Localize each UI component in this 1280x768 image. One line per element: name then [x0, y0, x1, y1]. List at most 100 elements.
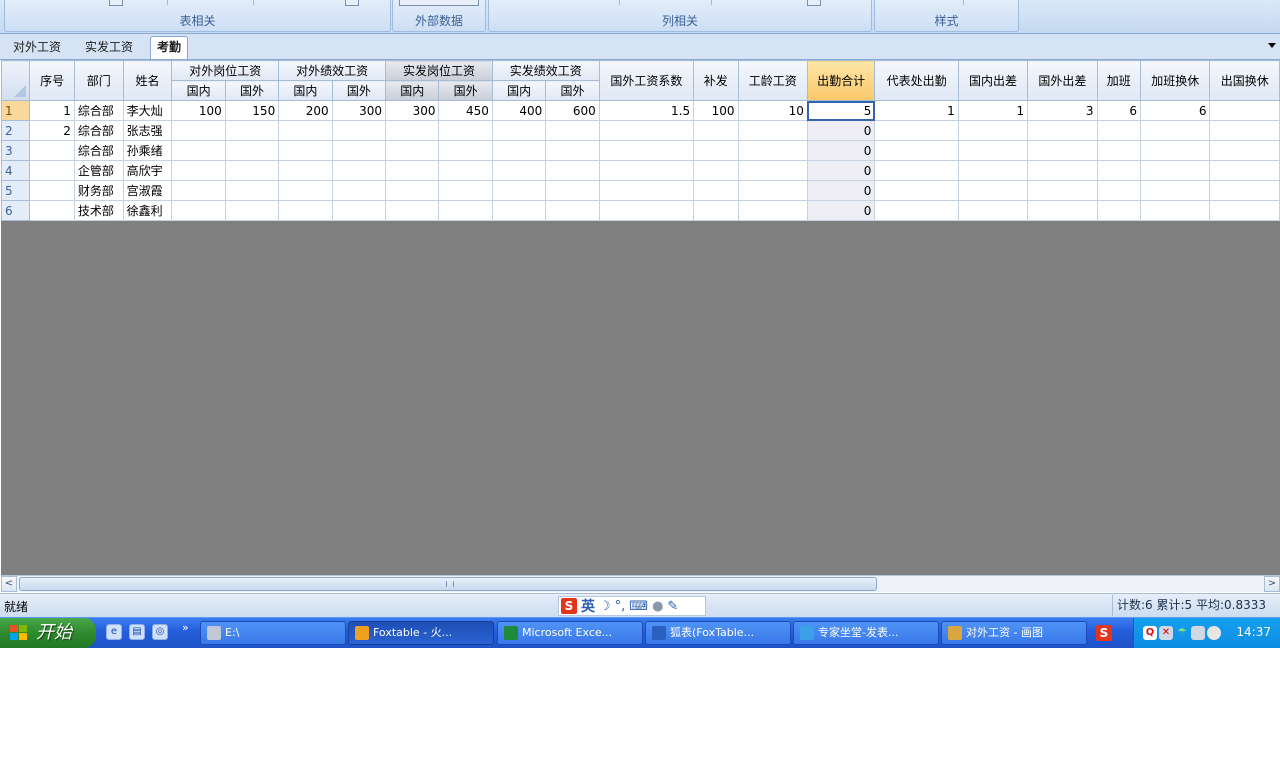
cell-abroad-rest[interactable]	[1209, 140, 1280, 161]
column-header-overtime[interactable]: 加班	[1096, 60, 1142, 101]
row-header[interactable]: 4	[1, 160, 31, 181]
row-header[interactable]: 2	[1, 120, 31, 141]
volume-icon[interactable]	[1207, 626, 1221, 640]
cell-g4f[interactable]	[545, 140, 600, 161]
column-header-seq[interactable]: 序号	[29, 60, 75, 101]
cell-g3d[interactable]: 300	[385, 100, 440, 121]
column-group-header[interactable]: 实发绩效工资	[491, 60, 600, 81]
scrollbar-thumb[interactable]	[19, 577, 877, 591]
cell-g3d[interactable]	[385, 140, 440, 161]
cell-coef[interactable]	[598, 120, 695, 141]
column-header-domestic[interactable]: 国内	[171, 80, 226, 101]
column-group-header[interactable]: 实发岗位工资	[385, 60, 493, 81]
cell-subsidy[interactable]	[693, 140, 739, 161]
desktop-icon[interactable]: ▤	[129, 624, 145, 640]
cell-subsidy[interactable]	[693, 120, 739, 141]
cell-ot-rest[interactable]: 6	[1140, 100, 1211, 121]
keyboard-icon[interactable]: ⌨	[629, 599, 648, 614]
cell-g2d[interactable]	[278, 140, 333, 161]
cell-name[interactable]: 孙乘绪	[122, 140, 173, 161]
cell-dept[interactable]: 企管部	[73, 160, 124, 181]
cell-dept[interactable]: 综合部	[73, 100, 124, 121]
cell-g3f[interactable]: 450	[438, 100, 493, 121]
ribbon-icon[interactable]	[109, 0, 123, 6]
monitor-icon[interactable]	[1191, 626, 1205, 640]
cell-ot-rest[interactable]	[1140, 120, 1211, 141]
cell-seniority[interactable]	[737, 200, 808, 221]
cell-seq[interactable]: 1	[29, 100, 75, 121]
cell-trip-dom[interactable]	[957, 140, 1029, 161]
cell-abroad-rest[interactable]	[1209, 180, 1280, 201]
column-group-header[interactable]: 对外岗位工资	[171, 60, 280, 81]
taskbar-button-browser[interactable]: 专家坐堂-发表...	[793, 621, 939, 645]
quick-launch-more[interactable]: »	[182, 621, 189, 634]
table-row[interactable]: 5 财务部 宫淑霞 0	[1, 180, 1280, 201]
ribbon-icon[interactable]	[345, 0, 359, 6]
cell-trip-for[interactable]	[1027, 180, 1098, 201]
cell-office[interactable]	[874, 140, 959, 161]
cell-g1f[interactable]: 150	[224, 100, 280, 121]
cell-ot-rest[interactable]	[1140, 180, 1211, 201]
cell-overtime[interactable]	[1096, 180, 1142, 201]
cell-seq[interactable]	[29, 180, 75, 201]
cell-dept[interactable]: 综合部	[73, 140, 124, 161]
cell-trip-for[interactable]	[1027, 140, 1098, 161]
ime-toolbar[interactable]: S 英 ☽ °, ⌨ ● ✎	[558, 596, 706, 616]
cell-coef[interactable]	[598, 180, 695, 201]
cell-seq[interactable]	[29, 200, 75, 221]
cell-attendance[interactable]: 0	[806, 140, 876, 161]
cell-dept[interactable]: 财务部	[73, 180, 124, 201]
cell-subsidy[interactable]	[693, 200, 739, 221]
cell-g2d[interactable]	[278, 200, 333, 221]
cell-seniority[interactable]	[737, 120, 808, 141]
cell-seq[interactable]: 2	[29, 120, 75, 141]
scroll-left-icon[interactable]: <	[1, 576, 17, 592]
cell-trip-dom[interactable]	[957, 120, 1029, 141]
cell-ot-rest[interactable]	[1140, 200, 1211, 221]
column-header-office[interactable]: 代表处出勤	[874, 60, 959, 101]
select-all-corner[interactable]	[1, 60, 31, 101]
taskbar-button-excel[interactable]: Microsoft Exce...	[497, 621, 643, 645]
ribbon-icon[interactable]	[807, 0, 821, 6]
cell-coef[interactable]: 1.5	[598, 100, 695, 121]
cell-attendance[interactable]: 0	[806, 120, 876, 141]
cell-g4f[interactable]: 600	[545, 100, 600, 121]
cell-g3d[interactable]	[385, 120, 440, 141]
cell-dept[interactable]: 技术部	[73, 200, 124, 221]
cell-attendance[interactable]: 0	[806, 180, 876, 201]
column-header-ot-rest[interactable]: 加班换休	[1140, 60, 1211, 101]
cell-trip-dom[interactable]	[957, 180, 1029, 201]
tab-actual-salary[interactable]: 实发工资	[79, 37, 139, 57]
media-icon[interactable]: ◎	[152, 624, 168, 640]
cell-seniority[interactable]	[737, 180, 808, 201]
cell-g2f[interactable]	[331, 120, 387, 141]
column-header-foreign[interactable]: 国外	[438, 80, 493, 101]
cell-g1d[interactable]	[171, 140, 226, 161]
column-header-trip-foreign[interactable]: 国外出差	[1027, 60, 1098, 101]
wrench-icon[interactable]: ✎	[667, 599, 678, 614]
cell-g1f[interactable]	[224, 180, 280, 201]
cell-g2f[interactable]	[331, 180, 387, 201]
cell-attendance[interactable]: 0	[806, 200, 876, 221]
cell-seq[interactable]	[29, 140, 75, 161]
cell-abroad-rest[interactable]	[1209, 200, 1280, 221]
column-header-abroad-rest[interactable]: 出国换休	[1209, 60, 1280, 101]
moon-icon[interactable]: ☽	[599, 599, 611, 614]
cell-coef[interactable]	[598, 140, 695, 161]
row-header[interactable]: 1	[1, 100, 31, 121]
table-row[interactable]: 2 2 综合部 张志强 0	[1, 120, 1280, 141]
cell-subsidy[interactable]	[693, 180, 739, 201]
cell-overtime[interactable]	[1096, 200, 1142, 221]
cell-g1f[interactable]	[224, 140, 280, 161]
cell-g4d[interactable]	[491, 180, 547, 201]
cell-g1d[interactable]	[171, 180, 226, 201]
cell-subsidy[interactable]	[693, 160, 739, 181]
taskbar-button-word[interactable]: 狐表(FoxTable...	[645, 621, 791, 645]
cell-g1f[interactable]	[224, 160, 280, 181]
cell-g4d[interactable]	[491, 200, 547, 221]
cell-g3d[interactable]	[385, 180, 440, 201]
cell-office[interactable]: 1	[874, 100, 959, 121]
cell-g1d[interactable]	[171, 160, 226, 181]
taskbar-button-paint[interactable]: 对外工资 - 画图	[941, 621, 1087, 645]
cell-g1d[interactable]	[171, 200, 226, 221]
